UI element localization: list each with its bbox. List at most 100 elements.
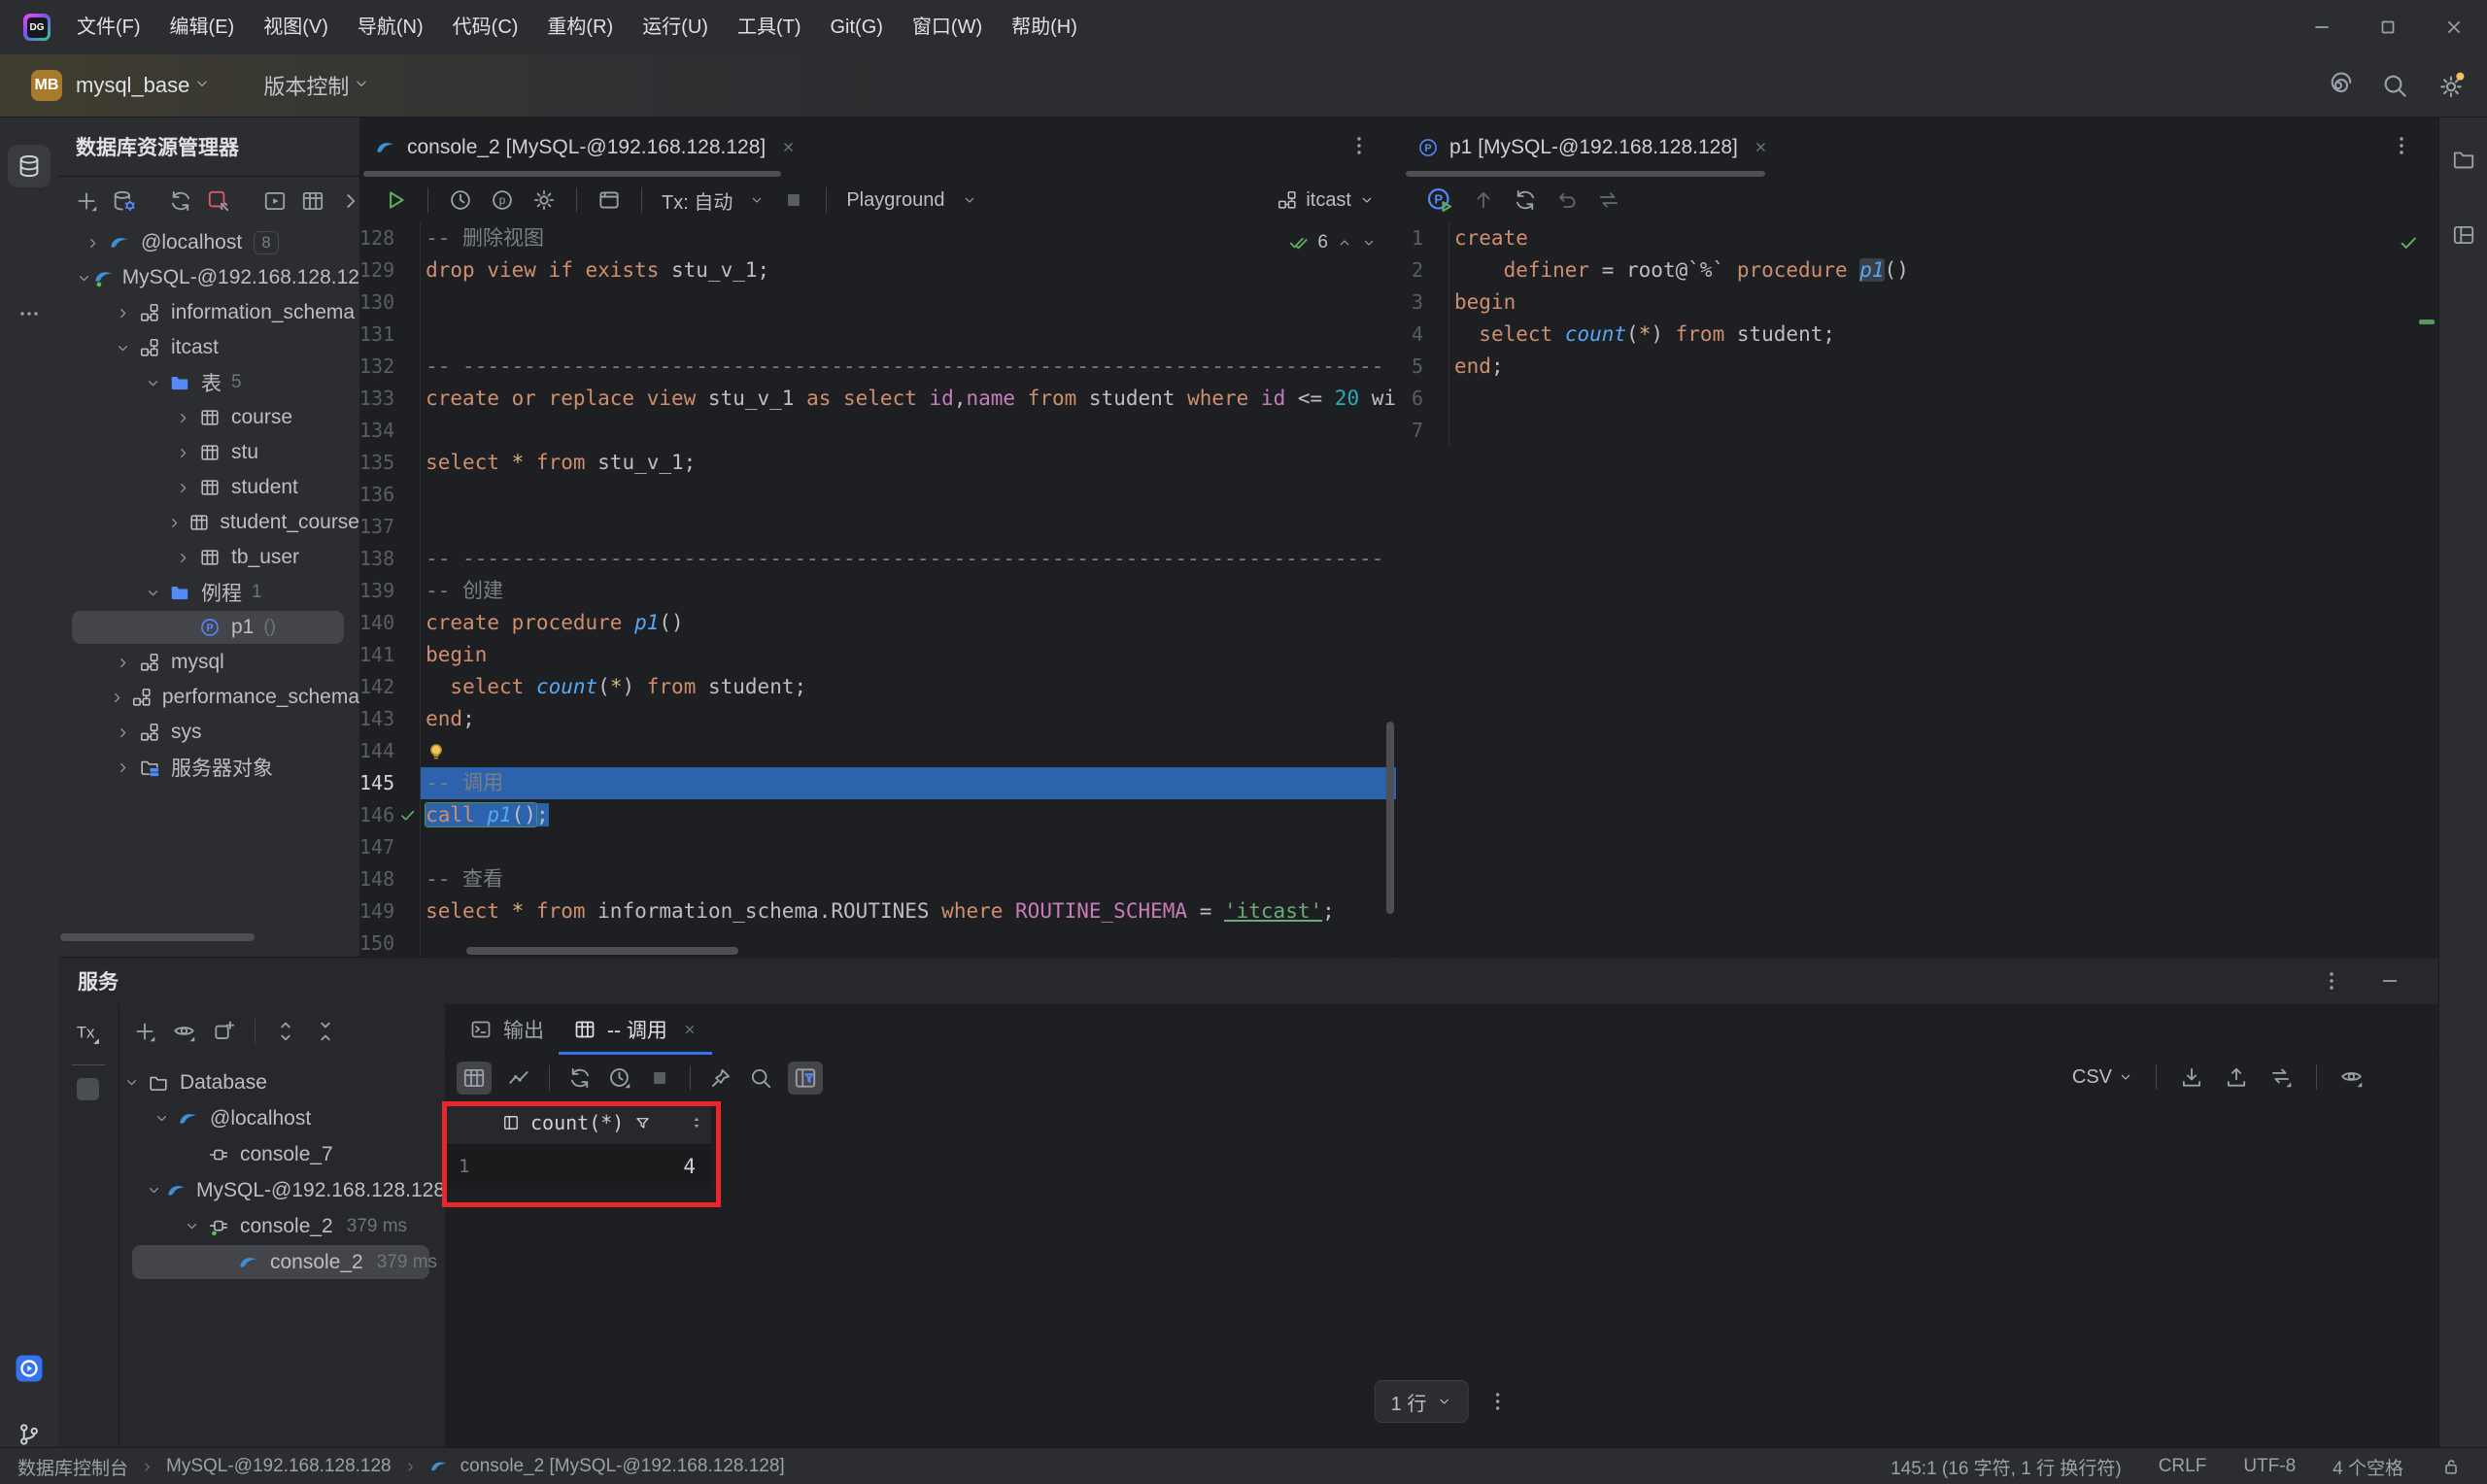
tab-options-icon[interactable] xyxy=(2390,134,2413,157)
tree-item-表[interactable]: 表5 xyxy=(58,365,359,400)
tree-item-MySQL-@192.168.128.12[interactable]: MySQL-@192.168.128.12 xyxy=(58,260,359,295)
next-problem-icon[interactable] xyxy=(1361,235,1377,251)
history-icon[interactable] xyxy=(448,187,473,213)
tree-item-服务器对象[interactable]: 服务器对象 xyxy=(58,750,359,785)
expand-icon[interactable] xyxy=(273,1019,298,1044)
tree-item-information_schema[interactable]: information_schema xyxy=(58,295,359,330)
code-line-134[interactable]: 134 xyxy=(359,415,1396,447)
tree-item-course[interactable]: course xyxy=(58,400,359,435)
caret-position[interactable]: 145:1 (16 字符, 1 行 换行符) xyxy=(1891,1454,2122,1480)
prev-problem-icon[interactable] xyxy=(1337,235,1352,251)
compare-data-icon[interactable] xyxy=(2268,1064,2294,1090)
vertical-scrollbar[interactable] xyxy=(1386,722,1394,914)
tree-item-student[interactable]: student xyxy=(58,470,359,505)
tree-item-console_2[interactable]: console_2379 ms xyxy=(119,1208,445,1244)
project-files-button[interactable] xyxy=(2449,145,2478,174)
disconnect-icon[interactable] xyxy=(206,188,231,214)
grid-settings-icon[interactable] xyxy=(2384,1064,2409,1090)
procedure-editor[interactable]: 1create2 definer = root@`%` procedure p1… xyxy=(1402,222,2438,958)
breadcrumb-item[interactable]: 数据库控制台 xyxy=(17,1454,128,1480)
tab-options-icon[interactable] xyxy=(1347,134,1371,157)
code-line-143[interactable]: 143end; xyxy=(359,703,1396,735)
import-data-icon[interactable] xyxy=(2224,1064,2249,1090)
hide-panel-icon[interactable] xyxy=(2378,969,2402,993)
add-icon[interactable] xyxy=(74,188,99,214)
paging-options-icon[interactable] xyxy=(1485,1390,1509,1413)
chevron-right-icon[interactable] xyxy=(170,445,195,461)
code-line-139[interactable]: 139-- 创建 xyxy=(359,575,1396,607)
menu-item-重构R[interactable]: 重构(R) xyxy=(532,0,628,54)
tree-item-@localhost[interactable]: @localhost xyxy=(119,1100,445,1136)
tree-item-itcast[interactable]: itcast xyxy=(58,330,359,365)
tree-item-performance_schema[interactable]: performance_schema xyxy=(58,680,359,715)
pin-icon[interactable] xyxy=(708,1065,733,1091)
code-line-136[interactable]: 136 xyxy=(359,479,1396,511)
schema-selector[interactable]: itcast xyxy=(1277,189,1375,212)
code-line-7[interactable]: 7 xyxy=(1402,415,2438,447)
breadcrumb-item[interactable]: MySQL-@192.168.128.128 xyxy=(166,1456,392,1477)
chevR-icon[interactable] xyxy=(338,188,360,214)
cell-value[interactable]: 4 xyxy=(497,1155,711,1178)
chevron-right-icon[interactable] xyxy=(162,515,186,531)
services-tool-window-button[interactable] xyxy=(8,1347,51,1390)
code-line-148[interactable]: 148-- 查看 xyxy=(359,863,1396,895)
menu-item-GitG[interactable]: Git(G) xyxy=(816,0,898,54)
parameters-icon[interactable]: p xyxy=(490,187,515,213)
code-line-5[interactable]: 5end; xyxy=(1402,351,2438,383)
table-icon[interactable] xyxy=(457,1062,492,1095)
tree-item-Database[interactable]: Database xyxy=(119,1064,445,1100)
chevron-right-icon[interactable] xyxy=(106,690,129,706)
close-icon[interactable] xyxy=(682,1022,698,1037)
datagrip-logo-icon[interactable]: DG xyxy=(23,14,51,41)
code-line-3[interactable]: 3begin xyxy=(1402,287,2438,319)
chevron-down-icon[interactable] xyxy=(140,375,165,391)
filter-icon[interactable] xyxy=(633,1114,652,1132)
chevron-down-icon[interactable] xyxy=(149,1110,174,1127)
tree-item-console_7[interactable]: console_7 xyxy=(119,1136,445,1172)
chevron-down-icon[interactable] xyxy=(749,192,765,208)
column-header-count[interactable]: count(*) xyxy=(497,1111,711,1134)
code-line-131[interactable]: 131 xyxy=(359,319,1396,351)
tree-item-mysql[interactable]: mysql xyxy=(58,645,359,680)
submit-icon[interactable] xyxy=(1471,187,1496,213)
menu-item-窗口W[interactable]: 窗口(W) xyxy=(898,0,997,54)
menu-item-文件F[interactable]: 文件(F) xyxy=(62,0,155,54)
menu-item-运行U[interactable]: 运行(U) xyxy=(628,0,723,54)
code-line-133[interactable]: 133create or replace view stu_v_1 as sel… xyxy=(359,383,1396,415)
search-icon[interactable] xyxy=(748,1065,773,1091)
tab-scroll-thumb[interactable] xyxy=(1406,171,1765,177)
in-editor-results-icon[interactable] xyxy=(596,187,622,213)
grid-row[interactable]: 1 4 xyxy=(447,1145,711,1188)
horizontal-scrollbar[interactable] xyxy=(60,933,255,941)
structure-button[interactable] xyxy=(2449,220,2478,250)
chevron-right-icon[interactable] xyxy=(110,305,135,321)
tab-p1[interactable]: P p1 [MySQL-@192.168.128.128] xyxy=(1402,118,1785,177)
menu-item-视图V[interactable]: 视图(V) xyxy=(249,0,343,54)
code-line-135[interactable]: 135select * from stu_v_1; xyxy=(359,447,1396,479)
chevron-right-icon[interactable] xyxy=(170,480,195,496)
horizontal-scrollbar[interactable] xyxy=(466,947,738,955)
chevron-right-icon[interactable] xyxy=(170,410,195,426)
close-icon[interactable] xyxy=(1753,139,1769,155)
code-line-1[interactable]: 1create xyxy=(1402,222,2438,254)
compare-icon[interactable] xyxy=(1596,187,1621,213)
chevron-right-icon[interactable] xyxy=(110,655,135,671)
intention-bulb-icon[interactable] xyxy=(426,741,447,762)
code-line-2[interactable]: 2 definer = root@`%` procedure p1() xyxy=(1402,254,2438,287)
chevron-right-icon[interactable] xyxy=(110,759,135,776)
chevron-down-icon[interactable] xyxy=(353,75,370,97)
chevron-right-icon[interactable] xyxy=(110,725,135,741)
clock-drop-icon[interactable] xyxy=(607,1065,632,1091)
code-line-6[interactable]: 6 xyxy=(1402,383,2438,415)
show-services-icon[interactable] xyxy=(262,188,288,214)
code-line-130[interactable]: 130 xyxy=(359,287,1396,319)
code-line-146[interactable]: 146call p1(); xyxy=(359,799,1396,831)
chevron-down-icon[interactable] xyxy=(110,340,135,356)
minimize-icon[interactable] xyxy=(2289,0,2355,54)
inspection-widget[interactable]: 6 xyxy=(1283,230,1380,255)
chevron-down-icon[interactable] xyxy=(193,75,211,97)
chevron-down-icon[interactable] xyxy=(144,1182,165,1198)
chevron-right-icon[interactable] xyxy=(170,550,195,566)
readonly-lock-icon[interactable] xyxy=(2440,1456,2462,1477)
tx-mode-selector[interactable]: Tx: 自动 xyxy=(662,186,732,215)
